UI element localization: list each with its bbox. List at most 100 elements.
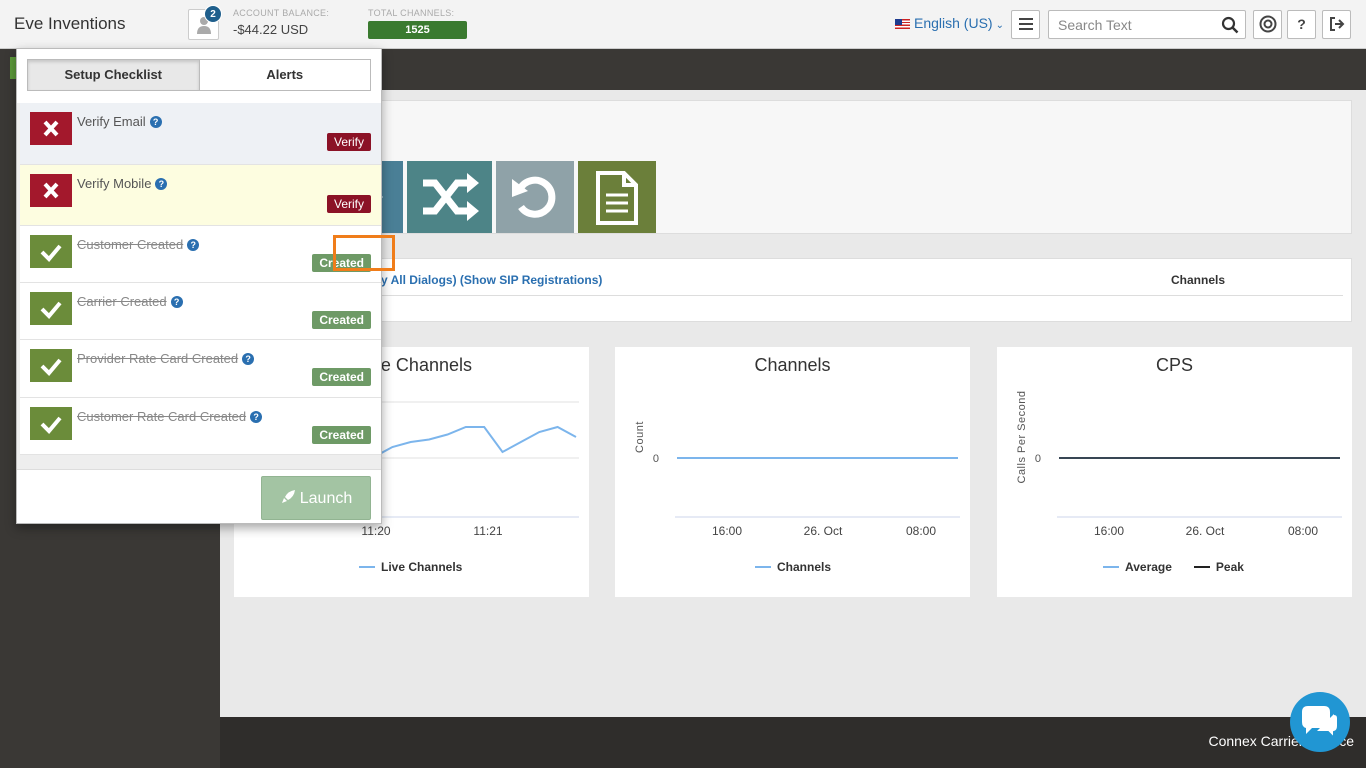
logout-button[interactable] [1322,10,1351,39]
channels-label: TOTAL CHANNELS: [368,8,455,18]
dropdown-footer: Launch [17,469,381,523]
question-icon[interactable]: ? [170,296,183,308]
question-icon[interactable]: ? [242,353,255,365]
x-tick-label: 08:00 [906,524,936,538]
verify-mobile-button[interactable]: Verify [326,195,371,213]
item-label: Provider Rate Card Created? [77,351,255,366]
balance-value: -$44.22 USD [233,22,309,37]
launch-button[interactable]: Launch [261,476,371,520]
chat-button[interactable] [1290,692,1350,752]
customer-rate-card-badge: Created [312,426,371,444]
dropdown-tabs: Setup Checklist Alerts [27,59,371,91]
x-icon [30,112,72,145]
menu-icon [1018,18,1033,30]
logout-icon [1329,17,1344,31]
x-icon [30,174,72,207]
check-icon [30,292,72,325]
highlight-box [333,235,395,271]
item-label: Carrier Created? [77,294,183,309]
help-button[interactable]: ? [1287,10,1316,39]
channels-value: 1525 [368,21,467,39]
divider [371,295,1343,296]
chart-legend[interactable]: Live Channels [359,560,462,574]
brand-name[interactable]: Eve Inventions [14,14,126,34]
checklist-item-carrier-created: Carrier Created? Created [20,283,381,340]
item-label: Customer Created? [77,237,200,252]
tab-alerts[interactable]: Alerts [199,59,371,91]
y-tick-label: 0 [1035,453,1041,465]
legend-swatch [755,566,771,568]
channels-column-header: Channels [1171,273,1226,287]
question-icon[interactable]: ? [187,239,200,251]
setup-checklist-dropdown: Setup Checklist Alerts Verify Email? Ver… [16,48,395,524]
main-content: lay All Dialogs) (Show SIP Registrations… [220,90,1366,717]
question-icon[interactable]: ? [250,411,263,423]
document-tile[interactable] [578,161,656,233]
checklist-item-customer-created: Customer Created? Created [20,226,381,283]
channels-chart: Channels 0 Count 16:00 26. Oct 08:00 Channel… [615,347,970,597]
legend-swatch [359,566,375,568]
action-panel [370,100,1352,234]
legend-swatch-average [1103,566,1119,568]
y-tick-label: 0 [653,453,659,465]
checklist: Verify Email? Verify Verify Mobile? Veri… [17,103,381,469]
balance-label: ACCOUNT BALANCE: [233,8,330,18]
checklist-item-provider-rate-card: Provider Rate Card Created? Created [20,340,381,398]
item-label: Verify Mobile? [77,176,168,191]
sub-header-bar [220,49,1366,90]
checklist-item-customer-rate-card: Customer Rate Card Created? Created [20,398,381,455]
search-icon[interactable] [1221,16,1239,34]
x-tick-label: 08:00 [1288,524,1318,538]
refresh-icon [512,176,556,218]
item-label: Customer Rate Card Created? [77,409,263,424]
legend-label-peak: Peak [1215,560,1244,574]
support-button[interactable] [1253,10,1282,39]
question-icon[interactable]: ? [155,178,168,190]
carrier-created-badge: Created [312,311,371,329]
language-label: English (US) [914,15,993,31]
check-icon [30,235,72,268]
top-header: Eve Inventions 2 ACCOUNT BALANCE: -$44.2… [0,0,1366,49]
footer: Connex Carrier Service [220,717,1366,768]
refresh-tile[interactable] [496,161,574,233]
chart-legend[interactable]: Average Peak [1103,560,1244,574]
rocket-icon [281,490,295,503]
legend-label: Live Channels [381,560,463,574]
document-icon [596,171,638,225]
us-flag-icon [895,19,910,29]
notification-badge: 2 [204,5,222,23]
x-tick-label: 16:00 [1094,524,1124,538]
search-box [1048,10,1246,39]
menu-button[interactable] [1011,10,1040,39]
launch-label: Launch [299,490,353,507]
provider-rate-card-badge: Created [312,368,371,386]
verify-email-button[interactable]: Verify [326,133,371,151]
x-tick-label: 16:00 [712,524,742,538]
checklist-item-verify-email: Verify Email? Verify [20,103,381,165]
item-label: Verify Email? [77,114,162,129]
search-input[interactable] [1049,11,1209,38]
y-axis-label: Calls Per Second [1016,391,1028,484]
legend-label-average: Average [1125,560,1172,574]
legend-swatch-peak [1193,566,1210,568]
legend-label: Channels [777,560,832,574]
x-tick-label: 11:20 [361,524,390,538]
dialog-links[interactable]: lay All Dialogs) (Show SIP Registrations… [371,273,602,287]
question-icon[interactable]: ? [149,116,162,128]
chevron-down-icon: ⌄ [995,20,1004,31]
chat-bubble-icon [1302,706,1339,741]
language-selector[interactable]: English (US) ⌄ [895,15,1004,31]
dialogs-panel: lay All Dialogs) (Show SIP Registrations… [370,258,1352,322]
check-icon [30,349,72,382]
series-line-live-channels [373,425,577,458]
x-tick-label: 26. Oct [1186,524,1225,538]
check-icon [30,407,72,440]
x-tick-label: 11:21 [473,524,502,538]
checklist-item-verify-mobile: Verify Mobile? Verify [20,165,381,226]
x-tick-label: 26. Oct [804,524,843,538]
y-axis-label: Count [634,421,646,453]
chart-legend[interactable]: Channels [755,560,831,574]
help-icon: ? [1297,16,1306,32]
shuffle-tile[interactable] [407,161,492,233]
tab-setup-checklist[interactable]: Setup Checklist [27,59,200,91]
